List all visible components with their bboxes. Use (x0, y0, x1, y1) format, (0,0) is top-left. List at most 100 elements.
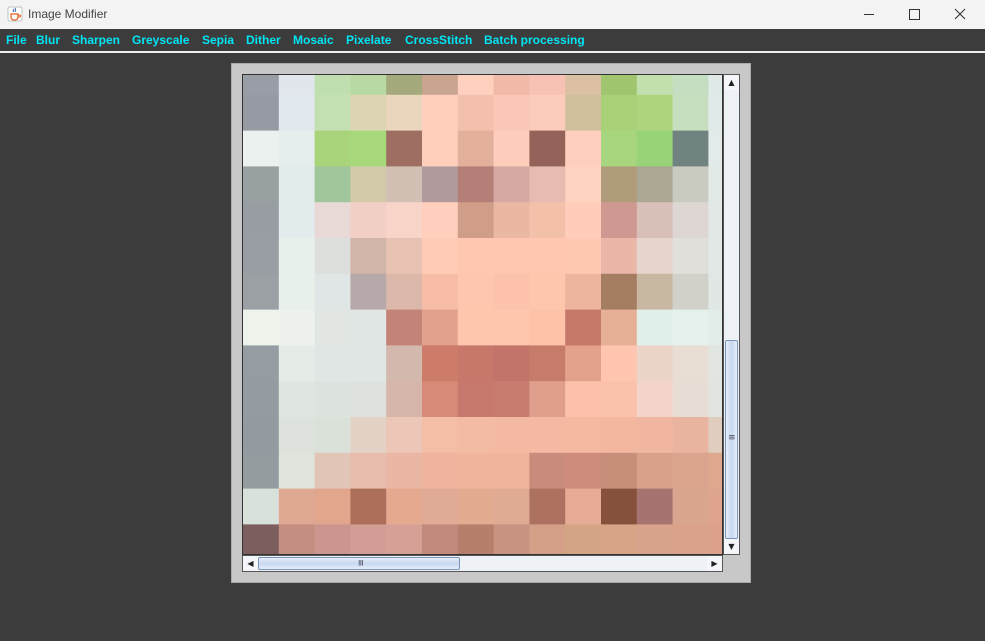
mosaic-tile (708, 202, 722, 239)
mosaic-tile (314, 130, 351, 167)
mosaic-tile (422, 524, 459, 554)
mosaic-tile (601, 75, 638, 96)
mosaic-tile (529, 238, 566, 275)
mosaic-tile (708, 238, 722, 275)
mosaic-tile (601, 452, 638, 490)
mosaic-tile (386, 309, 423, 346)
mosaic-tile (672, 309, 709, 346)
mosaic-tile (314, 381, 351, 418)
mosaic-tile (601, 273, 638, 311)
mosaic-tile (350, 417, 387, 454)
menu-sharpen[interactable]: Sharpen (72, 29, 120, 51)
mosaic-tile (601, 202, 638, 239)
scroll-left-button[interactable]: ◀ (243, 556, 258, 571)
menu-bar: File Blur Sharpen Greyscale Sepia Dither… (0, 29, 985, 53)
mosaic-tile (243, 238, 280, 275)
mosaic-tile (493, 309, 530, 346)
mosaic-tile (278, 75, 316, 96)
mosaic-tile (708, 309, 722, 346)
horizontal-scroll-thumb[interactable]: ≡ (258, 557, 460, 570)
mosaic-tile (243, 130, 280, 167)
horizontal-scrollbar[interactable]: ◀ ≡ ▶ (242, 555, 723, 572)
mosaic-tile (493, 202, 530, 239)
mosaic-tile (457, 166, 495, 203)
mosaic-tile (672, 417, 709, 454)
mosaic-tile (278, 488, 316, 525)
mosaic-tile (672, 345, 709, 382)
mosaic-tile (314, 94, 351, 132)
menu-crossstitch[interactable]: CrossStitch (405, 29, 472, 51)
mosaic-tile (278, 238, 316, 275)
mosaic-tile (493, 238, 530, 275)
mosaic-tile (457, 452, 495, 490)
mosaic-tile (386, 417, 423, 454)
mosaic-tile (529, 488, 566, 525)
mosaic-tile (672, 130, 709, 167)
mosaic-tile (278, 381, 316, 418)
mosaic-tile (314, 345, 351, 382)
menu-batch-processing[interactable]: Batch processing (484, 29, 585, 51)
mosaic-tile (314, 452, 351, 490)
java-cup-icon (7, 6, 23, 22)
mosaic-tile (243, 524, 280, 554)
maximize-button[interactable] (892, 0, 938, 29)
mosaic-tile (457, 488, 495, 525)
mosaic-tile (708, 345, 722, 382)
mosaic-tile (350, 309, 387, 346)
mosaic-tile (493, 130, 530, 167)
menu-pixelate[interactable]: Pixelate (346, 29, 391, 51)
scroll-down-button[interactable]: ▼ (724, 539, 739, 554)
image-viewport[interactable] (242, 74, 723, 555)
mosaic-tile (493, 166, 530, 203)
mosaic-tile (278, 309, 316, 346)
mosaic-tile (386, 345, 423, 382)
mosaic-tile (601, 94, 638, 132)
menu-sepia[interactable]: Sepia (202, 29, 234, 51)
mosaic-tile (708, 94, 722, 132)
mosaic-tile (350, 381, 387, 418)
mosaic-tile (350, 488, 387, 525)
mosaic-tile (278, 452, 316, 490)
menu-greyscale[interactable]: Greyscale (132, 29, 189, 51)
minimize-button[interactable] (846, 0, 892, 29)
scroll-corner (723, 555, 740, 572)
close-button[interactable] (938, 0, 984, 29)
menu-dither[interactable]: Dither (246, 29, 281, 51)
mosaic-tile (529, 524, 566, 554)
mosaic-tile (601, 417, 638, 454)
menu-mosaic[interactable]: Mosaic (293, 29, 334, 51)
mosaic-tile (708, 166, 722, 203)
mosaic-tile (493, 452, 530, 490)
mosaic-tile (350, 166, 387, 203)
mosaic-tile (672, 94, 709, 132)
mosaic-tile (529, 273, 566, 311)
mosaic-tile (672, 488, 709, 525)
vertical-scroll-thumb[interactable]: ≡ (725, 340, 738, 539)
mosaic-tile (708, 75, 722, 96)
mosaic-tile (457, 345, 495, 382)
scroll-right-button[interactable]: ▶ (707, 556, 722, 571)
mosaic-tile (314, 238, 351, 275)
mosaic-tile (565, 309, 602, 346)
mosaic-tile (243, 417, 280, 454)
mosaic-tile (565, 75, 602, 96)
menu-file[interactable]: File (6, 29, 27, 51)
mosaic-tile (422, 345, 459, 382)
mosaic-tile (672, 524, 709, 554)
mosaic-tile (457, 75, 495, 96)
mosaic-tile (457, 417, 495, 454)
mosaic-tile (457, 202, 495, 239)
menu-blur[interactable]: Blur (36, 29, 60, 51)
vertical-scrollbar[interactable]: ▲ ≡ ▼ (723, 74, 740, 555)
mosaic-tile (636, 94, 674, 132)
mosaic-tile (565, 524, 602, 554)
mosaic-tile (672, 238, 709, 275)
mosaic-tile (314, 417, 351, 454)
mosaic-tile (314, 75, 351, 96)
mosaic-tile (529, 202, 566, 239)
scroll-up-button[interactable]: ▲ (724, 75, 739, 90)
mosaic-tile (636, 273, 674, 311)
mosaic-tile (278, 273, 316, 311)
mosaic-tile (529, 452, 566, 490)
mosaic-tile (422, 202, 459, 239)
